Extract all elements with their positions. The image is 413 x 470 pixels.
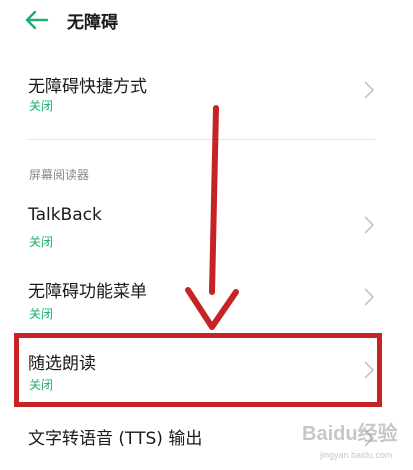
chevron-right-icon [364, 216, 375, 234]
watermark-text: Baidu经验 [302, 421, 398, 445]
setting-accessibility-menu[interactable]: 无障碍功能菜单 关闭 [0, 268, 413, 332]
setting-title: 无障碍快捷方式 [28, 77, 147, 97]
section-label-screen-reader: 屏幕阅读器 [29, 168, 90, 182]
setting-status: 关闭 [29, 235, 54, 249]
divider [28, 139, 375, 140]
setting-status: 关闭 [29, 99, 54, 113]
setting-status: 关闭 [29, 307, 54, 321]
setting-title: TalkBack [28, 205, 102, 225]
app-header: 无障碍 [0, 0, 413, 44]
chevron-right-icon [364, 288, 375, 306]
chevron-right-icon [364, 81, 375, 99]
page-title: 无障碍 [67, 13, 118, 33]
arrow-left-icon[interactable] [24, 9, 50, 31]
setting-accessibility-shortcut[interactable]: 无障碍快捷方式 关闭 [0, 60, 413, 132]
watermark-sub: jingyan.baidu.com [319, 450, 393, 460]
highlight-box [14, 333, 382, 407]
baidu-jingyan-watermark: Baidu经验 jingyan.baidu.com [302, 421, 398, 460]
setting-title: 无障碍功能菜单 [28, 282, 147, 302]
setting-title: 文字转语音 (TTS) 输出 [28, 429, 203, 449]
setting-talkback[interactable]: TalkBack 关闭 [0, 196, 413, 260]
